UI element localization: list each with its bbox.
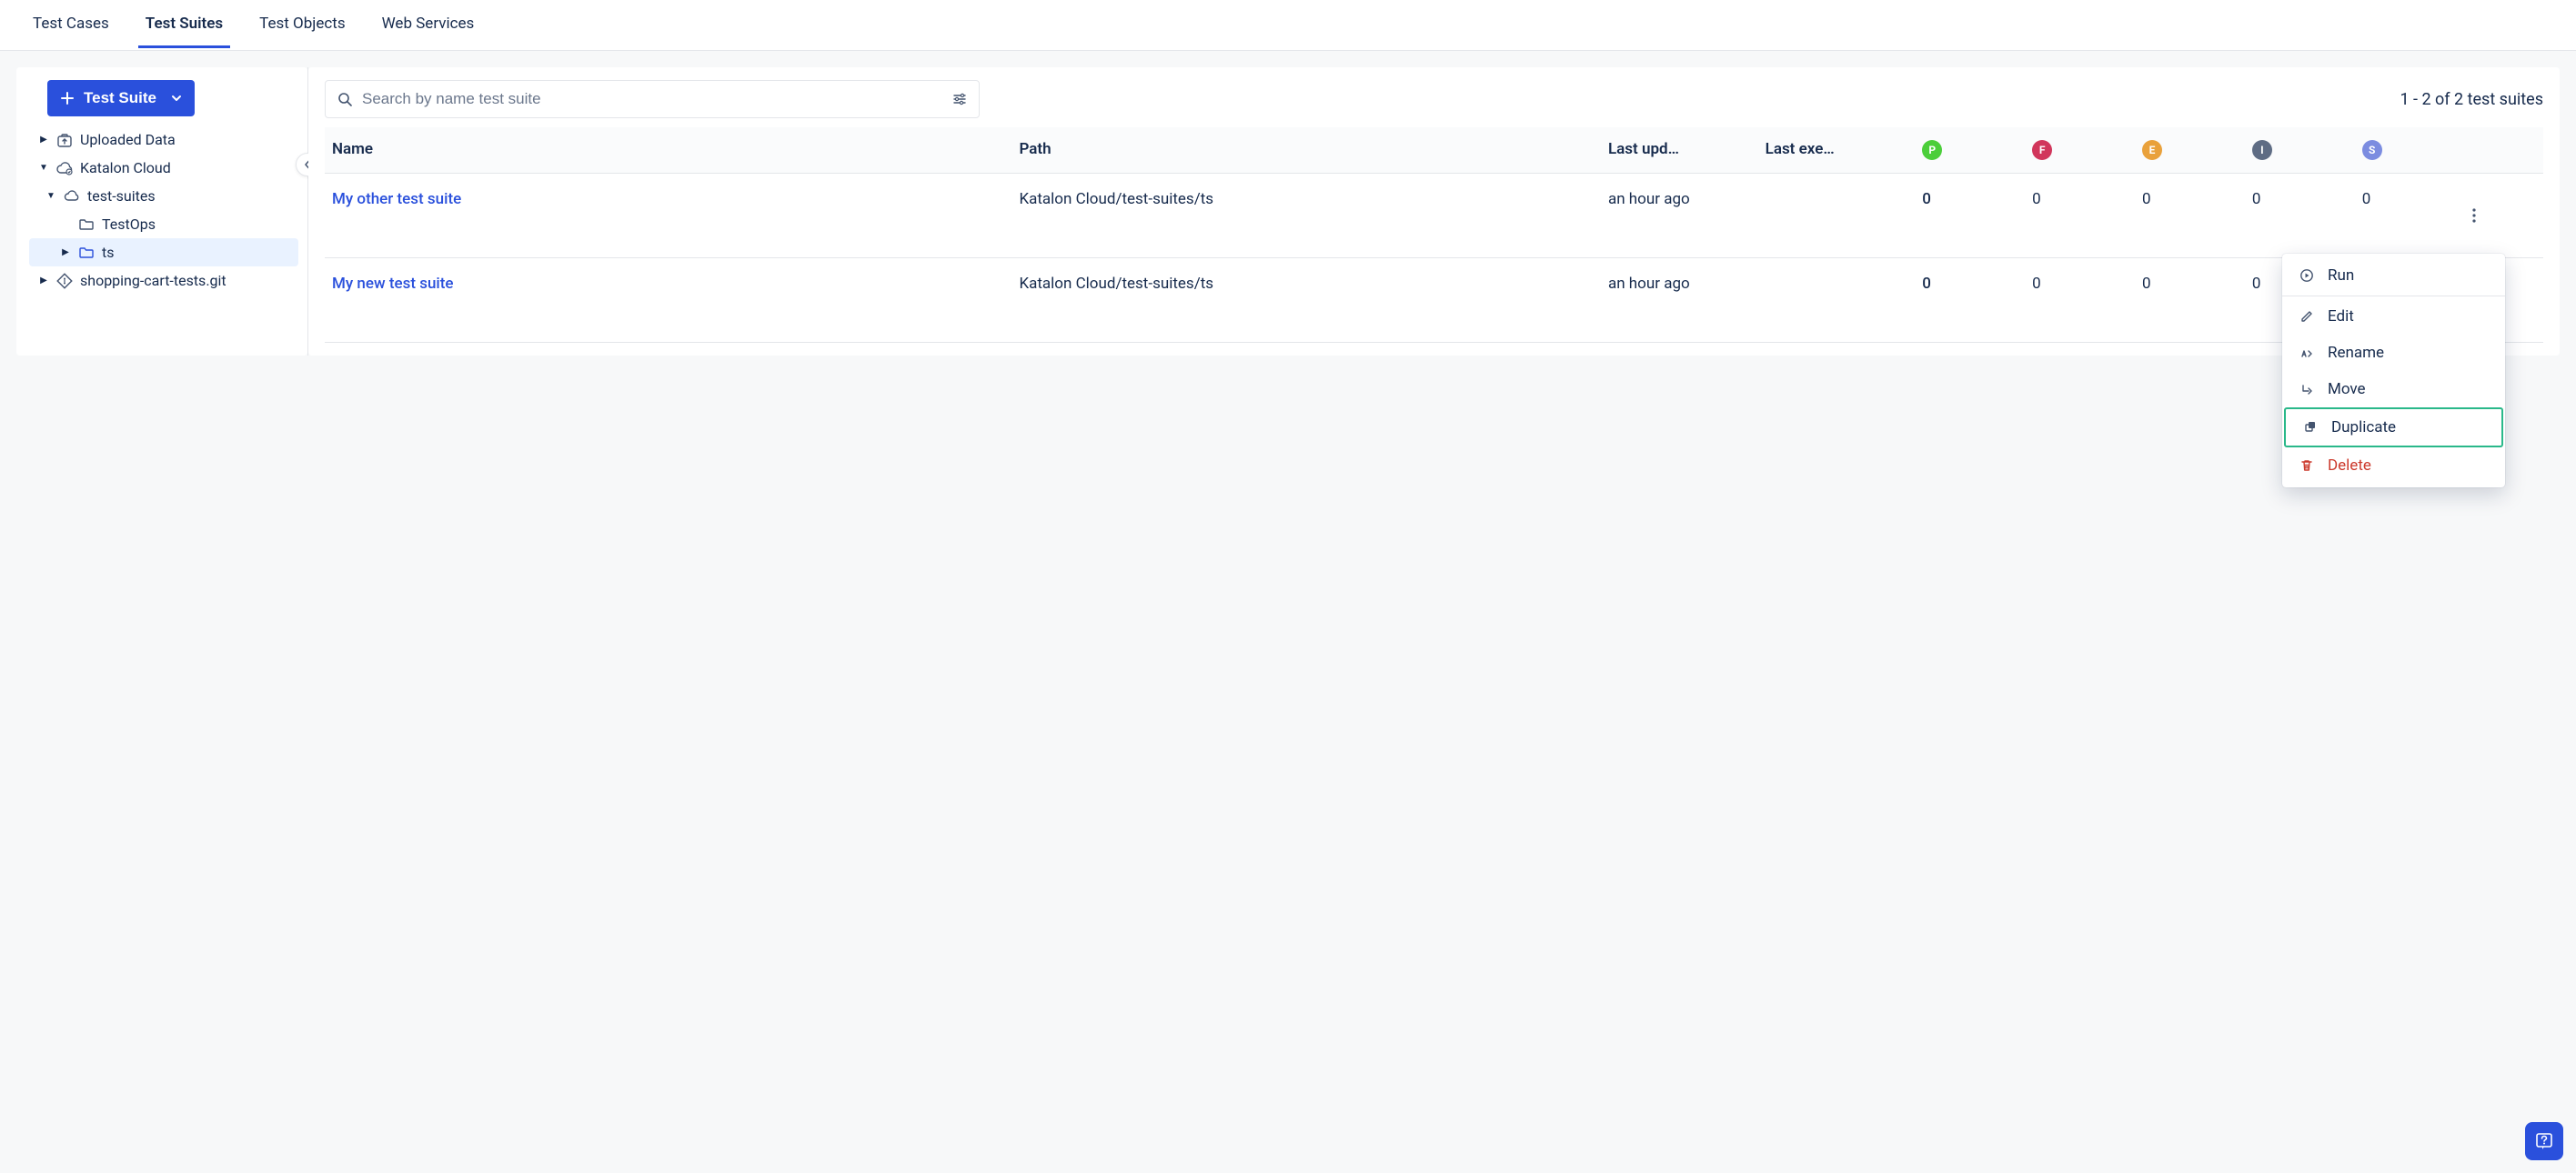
- cell-last-upd: an hour ago: [1601, 174, 1758, 258]
- help-button[interactable]: [2525, 1122, 2563, 1160]
- tree-item-uploaded-data[interactable]: ▶ Uploaded Data: [29, 125, 298, 154]
- tree-label: shopping-cart-tests.git: [80, 272, 226, 289]
- caret-right-icon: ▶: [36, 135, 51, 145]
- tab-test-cases[interactable]: Test Cases: [33, 0, 109, 50]
- sidebar: Test Suite ▶ Uploaded Data ▼: [16, 67, 307, 356]
- cell-error: 0: [2135, 258, 2245, 343]
- caret-right-icon: ▶: [36, 276, 51, 286]
- cell-fail: 0: [2025, 174, 2135, 258]
- col-i: I: [2245, 127, 2355, 174]
- plus-icon: [60, 91, 75, 105]
- rename-icon: [2297, 346, 2317, 360]
- cell-incomplete: 0: [2245, 174, 2355, 258]
- menu-duplicate[interactable]: Duplicate: [2284, 407, 2503, 447]
- menu-run[interactable]: Run: [2282, 257, 2505, 294]
- menu-label: Delete: [2328, 456, 2371, 475]
- col-path[interactable]: Path: [1011, 127, 1601, 174]
- trash-icon: [2297, 458, 2317, 473]
- failed-badge: F: [2032, 140, 2052, 160]
- tree-label: ts: [102, 244, 115, 261]
- col-f: F: [2025, 127, 2135, 174]
- tree-label: Uploaded Data: [80, 131, 176, 148]
- menu-edit[interactable]: Edit: [2282, 298, 2505, 335]
- tree-item-testops[interactable]: TestOps: [29, 210, 298, 238]
- folder-tree: ▶ Uploaded Data ▼ Katalon Cloud ▼: [29, 125, 298, 295]
- col-last-exe[interactable]: Last exe…: [1758, 127, 1916, 174]
- row-context-menu: Run Edit Rename Move Duplicate Delete: [2282, 254, 2505, 487]
- suites-table: Name Path Last upd… Last exe… P F E I S …: [325, 127, 2543, 343]
- cell-pass: 0: [1915, 174, 2025, 258]
- tab-test-suites[interactable]: Test Suites: [146, 0, 223, 50]
- cell-last-upd: an hour ago: [1601, 258, 1758, 343]
- tab-web-services[interactable]: Web Services: [382, 0, 475, 50]
- table-row: My other test suite Katalon Cloud/test-s…: [325, 174, 2543, 258]
- folder-icon: [76, 216, 96, 233]
- pencil-icon: [2297, 309, 2317, 324]
- suite-link[interactable]: My new test suite: [332, 275, 454, 293]
- tree-item-test-suites[interactable]: ▼ test-suites: [29, 182, 298, 210]
- col-last-upd[interactable]: Last upd…: [1601, 127, 1758, 174]
- search-input[interactable]: [362, 90, 944, 108]
- menu-rename[interactable]: Rename: [2282, 335, 2505, 371]
- menu-label: Edit: [2328, 307, 2354, 326]
- tree-item-shopping-cart[interactable]: ▶ shopping-cart-tests.git: [29, 266, 298, 295]
- caret-down-icon: ▼: [36, 163, 51, 173]
- upload-icon: [55, 132, 75, 148]
- filter-icon[interactable]: [951, 91, 968, 107]
- skipped-badge: S: [2362, 140, 2382, 160]
- top-tabs: Test Cases Test Suites Test Objects Web …: [0, 0, 2576, 51]
- error-badge: E: [2142, 140, 2162, 160]
- incomplete-badge: I: [2252, 140, 2272, 160]
- duplicate-icon: [2300, 420, 2320, 435]
- more-actions-button[interactable]: [2472, 186, 2536, 245]
- tree-item-ts[interactable]: ▶ ts: [29, 238, 298, 266]
- git-icon: [55, 273, 75, 289]
- cell-path: Katalon Cloud/test-suites/ts: [1011, 258, 1601, 343]
- menu-move[interactable]: Move: [2282, 371, 2505, 407]
- folder-icon: [76, 245, 96, 261]
- cloud-check-icon: [55, 160, 75, 176]
- menu-label: Duplicate: [2331, 418, 2396, 436]
- col-e: E: [2135, 127, 2245, 174]
- tree-label: test-suites: [87, 187, 156, 205]
- col-s: S: [2355, 127, 2465, 174]
- caret-right-icon: ▶: [58, 247, 73, 257]
- menu-label: Rename: [2328, 344, 2384, 362]
- cell-last-exe: [1758, 258, 1916, 343]
- search-box[interactable]: [325, 80, 980, 118]
- cell-last-exe: [1758, 174, 1916, 258]
- tab-test-objects[interactable]: Test Objects: [259, 0, 345, 50]
- cell-error: 0: [2135, 174, 2245, 258]
- menu-delete[interactable]: Delete: [2282, 447, 2505, 484]
- move-icon: [2297, 382, 2317, 396]
- cell-pass: 0: [1915, 258, 2025, 343]
- tree-label: Katalon Cloud: [80, 159, 171, 176]
- result-count: 1 - 2 of 2 test suites: [2400, 90, 2543, 109]
- cell-fail: 0: [2025, 258, 2135, 343]
- create-button-label: Test Suite: [84, 89, 156, 107]
- search-icon: [337, 91, 353, 107]
- chevron-down-icon: [171, 93, 182, 104]
- cell-path: Katalon Cloud/test-suites/ts: [1011, 174, 1601, 258]
- menu-label: Run: [2328, 266, 2354, 285]
- col-p: P: [1915, 127, 2025, 174]
- create-test-suite-button[interactable]: Test Suite: [47, 80, 195, 116]
- table-row: My new test suite Katalon Cloud/test-sui…: [325, 258, 2543, 343]
- caret-down-icon: ▼: [44, 191, 58, 201]
- tree-item-katalon-cloud[interactable]: ▼ Katalon Cloud: [29, 154, 298, 182]
- main-panel: 1 - 2 of 2 test suites Name Path Last up…: [308, 67, 2560, 356]
- play-icon: [2297, 268, 2317, 283]
- suite-link[interactable]: My other test suite: [332, 190, 461, 208]
- cloud-icon: [62, 188, 82, 205]
- passed-badge: P: [1922, 140, 1942, 160]
- tree-label: TestOps: [102, 216, 156, 233]
- cell-skipped: 0: [2355, 174, 2465, 258]
- menu-label: Move: [2328, 380, 2366, 398]
- col-name[interactable]: Name: [325, 127, 1011, 174]
